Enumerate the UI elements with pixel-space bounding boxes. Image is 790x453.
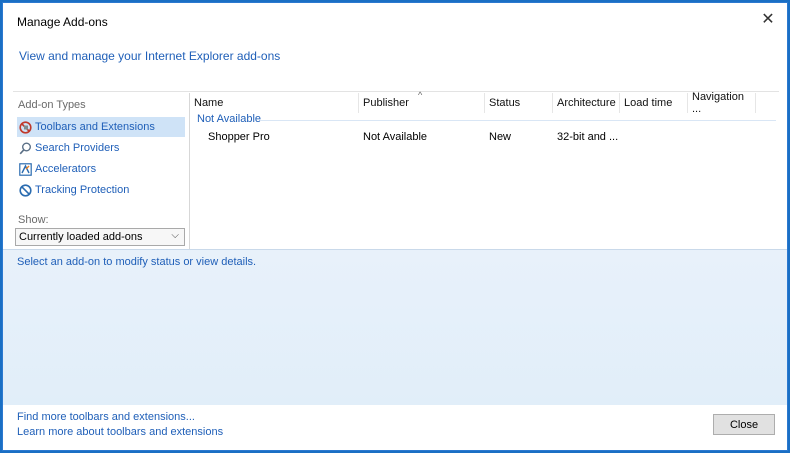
type-item-label: Tracking Protection xyxy=(35,184,130,196)
details-pane: Select an add-on to modify status or vie… xyxy=(3,250,787,405)
toolbars-extensions-icon xyxy=(19,120,32,134)
column-header-label: Status xyxy=(489,97,521,109)
learn-more-link[interactable]: Learn more about toolbars and extensions xyxy=(17,426,223,438)
group-header: Not Available xyxy=(197,113,262,125)
column-header-label: Architecture xyxy=(557,97,616,109)
manage-addons-window: Manage Add-ons ✕ View and manage your In… xyxy=(2,2,788,451)
divider xyxy=(13,91,779,92)
title-bar: Manage Add-ons ✕ xyxy=(3,3,787,39)
accelerators-icon xyxy=(19,162,32,176)
type-item-label: Search Providers xyxy=(35,142,120,154)
type-item-label: Toolbars and Extensions xyxy=(35,121,155,133)
type-item-search-providers[interactable]: Search Providers xyxy=(17,138,185,158)
chevron-down-icon: ⌵ xyxy=(171,230,179,241)
addon-architecture: 32-bit and ... xyxy=(557,131,619,143)
column-header-label: Name xyxy=(194,97,224,109)
type-item-accelerators[interactable]: Accelerators xyxy=(17,159,185,179)
tracking-protection-icon xyxy=(19,183,32,197)
footer: Find more toolbars and extensions... Lea… xyxy=(3,405,787,450)
addon-types-label: Add-on Types xyxy=(18,99,86,111)
close-icon[interactable]: ✕ xyxy=(759,11,777,29)
column-header-label: Publisher xyxy=(363,97,409,109)
show-label: Show: xyxy=(18,214,49,226)
column-header-name[interactable]: Name xyxy=(190,93,359,113)
type-item-label: Accelerators xyxy=(35,163,97,175)
close-button[interactable]: Close xyxy=(713,414,775,435)
header-description: View and manage your Internet Explorer a… xyxy=(19,49,281,63)
table-row[interactable]: Shopper Pro Not Available New 32-bit and… xyxy=(190,129,780,147)
column-header-label: Navigation ... xyxy=(692,91,744,115)
column-header-status[interactable]: Status xyxy=(485,93,553,113)
column-header-navigation[interactable]: Navigation ... xyxy=(688,91,756,115)
column-header-load-time[interactable]: Load time xyxy=(620,93,688,113)
addon-types-pane: Add-on Types Toolbars and Extensions Sea… xyxy=(13,93,189,249)
addon-status: New xyxy=(489,131,512,143)
search-icon xyxy=(19,142,31,154)
column-header-architecture[interactable]: Architecture xyxy=(553,93,620,113)
addon-name: Shopper Pro xyxy=(208,131,270,143)
window-title: Manage Add-ons xyxy=(17,15,108,29)
find-more-link[interactable]: Find more toolbars and extensions... xyxy=(17,411,195,423)
details-prompt: Select an add-on to modify status or vie… xyxy=(17,256,257,268)
addon-list: Name Publisher ^ Status Architecture Loa… xyxy=(190,90,780,249)
sort-arrow-icon: ^ xyxy=(418,90,423,100)
group-divider xyxy=(260,120,776,121)
show-dropdown[interactable]: Currently loaded add-ons ⌵ xyxy=(15,228,185,246)
addon-publisher: Not Available xyxy=(363,131,428,143)
type-item-toolbars-extensions[interactable]: Toolbars and Extensions xyxy=(17,117,185,137)
show-dropdown-value: Currently loaded add-ons xyxy=(19,231,143,243)
type-item-tracking-protection[interactable]: Tracking Protection xyxy=(17,180,185,200)
column-header-label: Load time xyxy=(624,97,673,109)
